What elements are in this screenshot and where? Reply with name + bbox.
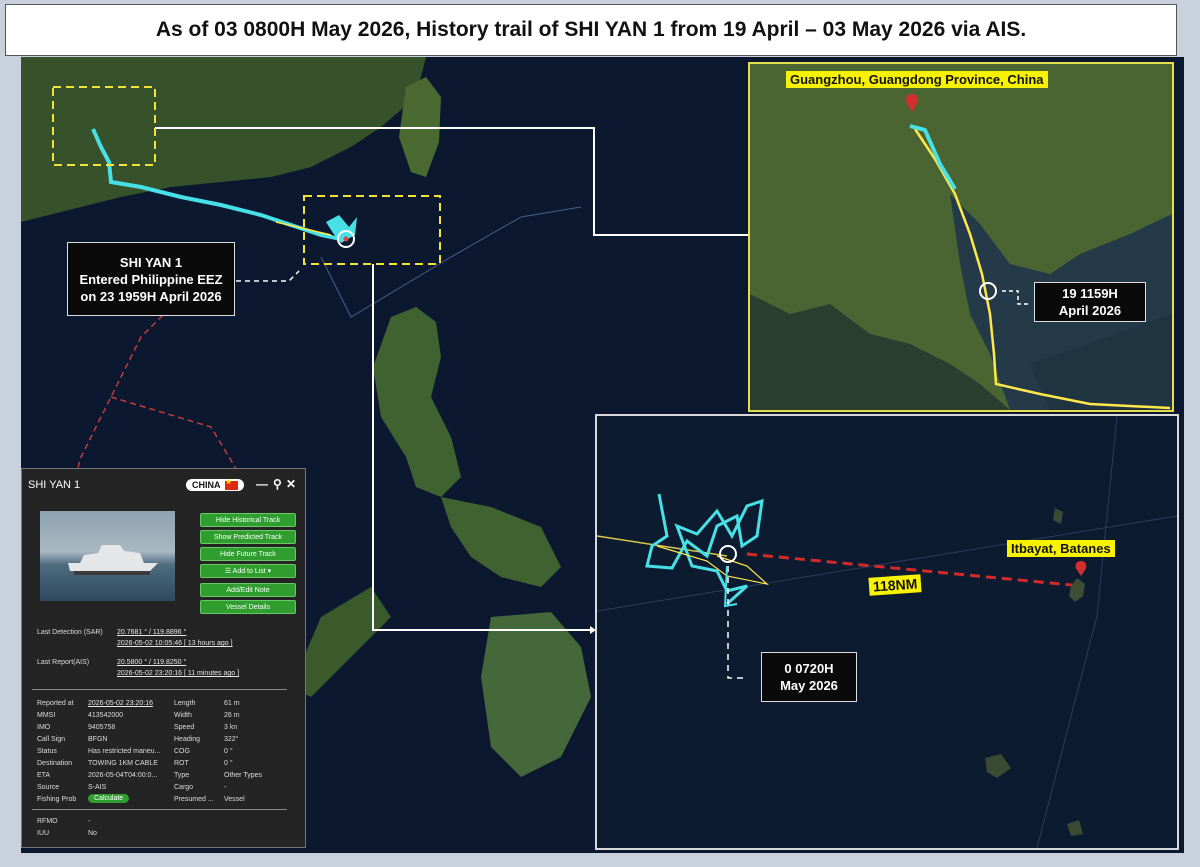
field-label: Status: [37, 748, 57, 755]
callout-line: April 2026: [1058, 303, 1122, 318]
vessel-info-panel: SHI YAN 1 CHINA — ⚲ ✕ Hide Historical Tr…: [21, 468, 306, 848]
field-label: RFMO: [37, 818, 58, 825]
field-label: Length: [174, 700, 196, 707]
minimize-icon[interactable]: —: [256, 477, 268, 491]
last-detection-time[interactable]: 2026-05-02 10:05:46 [ 13 hours ago ]: [117, 640, 233, 647]
guangzhou-label: Guangzhou, Guangdong Province, China: [786, 71, 1048, 88]
field-value: S-AIS: [88, 784, 107, 791]
field-value: 3 kn: [224, 724, 238, 731]
flag-badge: CHINA: [186, 478, 244, 491]
field-value: 2026-05-04T04:00:0...: [88, 772, 158, 779]
field-value: No: [88, 830, 97, 837]
field-label: ETA: [37, 772, 51, 779]
field-label: Fishing Prob: [37, 796, 77, 803]
calculate-button[interactable]: Calculate: [88, 794, 130, 803]
field-value[interactable]: 2026-05-02 23:20:16: [88, 700, 153, 707]
last-detection-coords[interactable]: 20.7681 ° / 119.8896 °: [117, 629, 186, 636]
vessel-photo: [40, 511, 175, 601]
divider: [32, 809, 287, 810]
field-value: Other Types: [224, 772, 263, 779]
batanes-inset-canvas: [597, 416, 1177, 848]
ship-icon: [68, 545, 158, 575]
field-value: 26 m: [224, 712, 240, 719]
show-predicted-track-button[interactable]: Show Predicted Track: [200, 530, 296, 544]
field-value: BFGN: [88, 736, 108, 743]
hide-historical-track-button[interactable]: Hide Historical Track: [200, 513, 296, 527]
vessel-name: SHI YAN 1: [28, 479, 81, 491]
field-label: Call Sign: [37, 736, 66, 743]
field-label: IMO: [37, 724, 51, 731]
field-label: COG: [174, 748, 190, 755]
field-value: -: [224, 784, 227, 791]
field-label: ROT: [174, 760, 189, 767]
vessel-position-dot: [343, 236, 349, 242]
vessel-details-button[interactable]: Vessel Details: [200, 600, 296, 614]
divider: [32, 689, 287, 690]
hide-future-track-button[interactable]: Hide Future Track: [200, 547, 296, 561]
field-value: Has restricted maneu...: [88, 748, 161, 755]
field-label: IUU: [37, 830, 50, 837]
batanes-inset-map[interactable]: Itbayat, Batanes 118NM 0 0720H May 2026: [595, 414, 1179, 850]
field-value: 0 °: [224, 760, 233, 767]
eez-entry-callout: SHI YAN 1 Entered Philippine EEZ on 23 1…: [67, 242, 235, 316]
last-report-label: Last Report(AIS): [37, 659, 90, 666]
guangzhou-inset-map[interactable]: Guangzhou, Guangdong Province, China 19 …: [748, 62, 1174, 412]
callout-line: on 23 1959H April 2026: [80, 288, 222, 304]
flag-label: CHINA: [192, 480, 221, 490]
callout-line: SHI YAN 1: [119, 254, 183, 270]
field-value: TOWING 1KM CABLE: [88, 760, 158, 767]
field-label: MMSI: [37, 712, 56, 719]
field-label: Speed: [174, 724, 195, 731]
add-to-list-button[interactable]: ☰ Add to List ▾: [200, 564, 296, 578]
field-label: Destination: [37, 760, 73, 767]
callout-line: 0 0720H: [784, 661, 834, 676]
field-value: Vessel: [224, 796, 245, 803]
field-label: Heading: [174, 736, 201, 743]
add-edit-note-button[interactable]: Add/Edit Note: [200, 583, 296, 597]
field-value: 9405758: [88, 724, 116, 731]
last-detection-label: Last Detection (SAR): [37, 629, 103, 636]
callout-line: Entered Philippine EEZ: [79, 271, 223, 287]
itbayat-label: Itbayat, Batanes: [1007, 540, 1115, 557]
close-icon[interactable]: ✕: [286, 477, 296, 491]
field-value: 413542000: [88, 712, 124, 719]
field-label: Type: [174, 772, 190, 779]
pin-icon[interactable]: ⚲: [273, 477, 282, 491]
callout-line: 19 1159H: [1062, 286, 1118, 301]
field-value: 61 m: [224, 700, 240, 707]
page-title: As of 03 0800H May 2026, History trail o…: [5, 4, 1177, 56]
field-value: 322°: [224, 736, 239, 743]
field-label: Presumed ...: [174, 796, 214, 803]
field-label: Source: [37, 784, 60, 791]
guangzhou-inset-canvas: [750, 64, 1172, 410]
field-label: Width: [174, 712, 192, 719]
china-flag-icon: [224, 478, 238, 490]
field-label: Cargo: [174, 784, 194, 791]
end-time-callout: 0 0720H May 2026: [761, 652, 857, 702]
start-time-callout: 19 1159H April 2026: [1034, 282, 1146, 322]
callout-line: May 2026: [780, 678, 838, 693]
last-report-coords[interactable]: 20.5800 ° / 119.8250 °: [117, 659, 186, 666]
distance-label: 118NM: [868, 574, 922, 596]
last-report-time[interactable]: 2026-05-02 23:20:16 [ 11 minutes ago ]: [117, 670, 239, 677]
field-label: Reported at: [37, 700, 74, 707]
field-value: -: [88, 818, 91, 825]
field-value: 0 °: [224, 748, 233, 755]
